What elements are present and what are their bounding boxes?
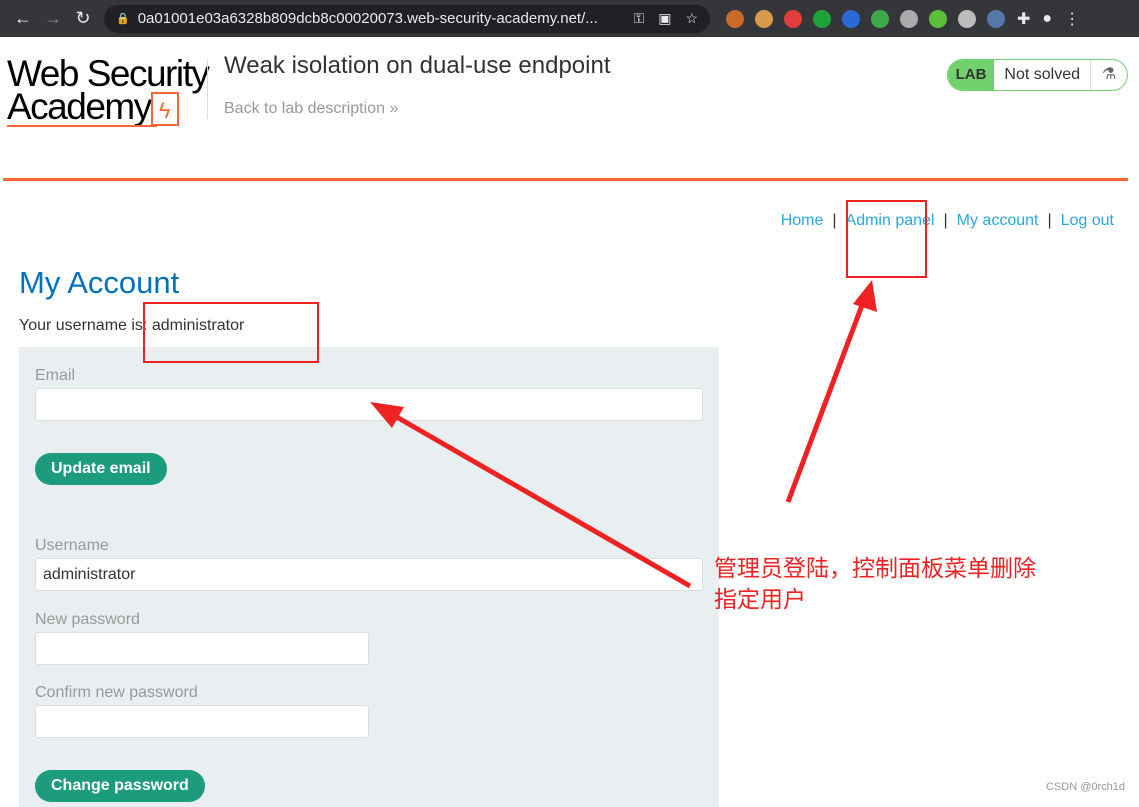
annotation-arrows xyxy=(370,280,877,589)
annotation-line-2: 指定用户 xyxy=(714,586,806,612)
arrow-to-email xyxy=(386,409,692,589)
arrowhead-icon xyxy=(853,280,877,312)
arrowhead-icon xyxy=(370,402,404,428)
annotation-line-1: 管理员登陆，控制面板菜单删除 xyxy=(714,555,1036,581)
annotation-text: 管理员登陆，控制面板菜单删除 指定用户 xyxy=(714,553,1036,615)
arrow-to-admin xyxy=(785,299,867,503)
watermark: CSDN @0rch1d xyxy=(1045,781,1125,793)
